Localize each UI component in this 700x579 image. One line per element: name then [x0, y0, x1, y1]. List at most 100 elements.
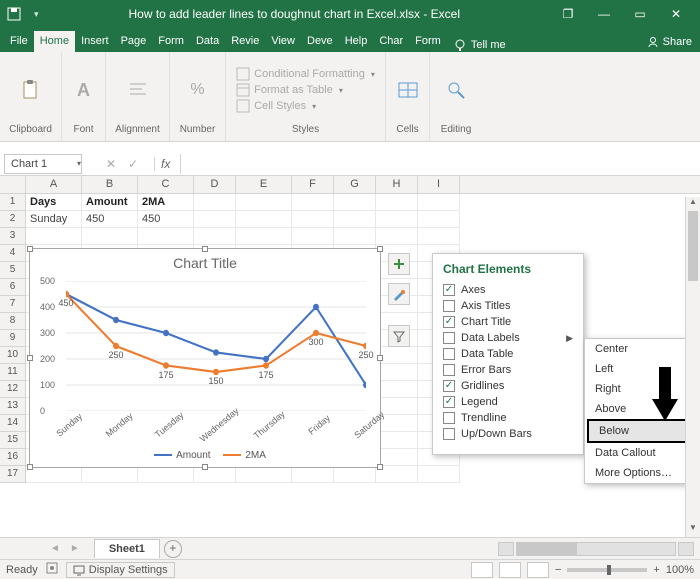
ribbon-display-icon[interactable]: ❐ — [550, 7, 586, 21]
formula-input[interactable] — [180, 154, 700, 174]
chart-element-item[interactable]: ✓Chart Title — [443, 314, 573, 330]
cell[interactable] — [334, 211, 376, 228]
row-header[interactable]: 7 — [0, 296, 26, 313]
cell[interactable] — [418, 228, 460, 245]
col-header[interactable]: H — [376, 176, 418, 193]
tell-me[interactable]: Tell me — [447, 38, 512, 52]
chart-element-item[interactable]: ✓Axes — [443, 282, 573, 298]
row-header[interactable]: 4 — [0, 245, 26, 262]
tab-review[interactable]: Revie — [225, 31, 265, 52]
save-icon[interactable] — [6, 6, 22, 22]
cell[interactable] — [376, 211, 418, 228]
sheet-nav-next-icon[interactable]: ► — [70, 543, 80, 554]
cell[interactable] — [376, 364, 418, 381]
embedded-chart[interactable]: Chart Title 0100200300400500SundayMonday… — [29, 248, 381, 468]
sheet-nav-prev-icon[interactable]: ◄ — [50, 543, 60, 554]
col-header[interactable]: E — [236, 176, 292, 193]
cell[interactable] — [26, 466, 82, 483]
fx-icon[interactable]: fx — [154, 157, 176, 171]
cell[interactable] — [418, 466, 460, 483]
cell[interactable] — [376, 194, 418, 211]
row-header[interactable]: 9 — [0, 330, 26, 347]
submenu-item-center[interactable]: Center — [585, 339, 691, 359]
cell[interactable] — [194, 228, 236, 245]
cell[interactable] — [292, 466, 334, 483]
new-sheet-button[interactable]: + — [164, 540, 182, 558]
minimize-button[interactable]: — — [586, 7, 622, 21]
chart-element-item[interactable]: Data Labels▶ — [443, 330, 573, 346]
hscroll-right[interactable] — [678, 542, 694, 556]
submenu-item-data-callout[interactable]: Data Callout — [585, 443, 691, 463]
cell[interactable] — [236, 228, 292, 245]
view-page-break-button[interactable] — [527, 562, 549, 578]
col-header[interactable]: D — [194, 176, 236, 193]
cell[interactable] — [292, 211, 334, 228]
row-header[interactable]: 8 — [0, 313, 26, 330]
chart-element-item[interactable]: ✓Gridlines — [443, 378, 573, 394]
checkbox[interactable] — [443, 428, 455, 440]
tab-developer[interactable]: Deve — [301, 31, 339, 52]
col-header[interactable]: C — [138, 176, 194, 193]
cell[interactable] — [138, 228, 194, 245]
cell[interactable] — [82, 228, 138, 245]
conditional-formatting-button[interactable]: Conditional Formatting▾ — [236, 67, 375, 81]
editing-button[interactable] — [445, 79, 467, 101]
cell[interactable]: 450 — [138, 211, 194, 228]
clipboard-button[interactable] — [20, 79, 42, 101]
cell[interactable] — [376, 381, 418, 398]
cell-styles-button[interactable]: Cell Styles▾ — [236, 99, 375, 113]
cell[interactable] — [376, 228, 418, 245]
col-header[interactable]: I — [418, 176, 460, 193]
cell[interactable] — [292, 228, 334, 245]
cell[interactable] — [138, 466, 194, 483]
tab-insert[interactable]: Insert — [75, 31, 115, 52]
cell[interactable] — [376, 432, 418, 449]
row-header[interactable]: 6 — [0, 279, 26, 296]
tab-help[interactable]: Help — [339, 31, 374, 52]
display-settings-button[interactable]: Display Settings — [66, 562, 175, 578]
checkbox[interactable] — [443, 364, 455, 376]
font-button[interactable]: A — [77, 80, 90, 101]
cell[interactable] — [236, 194, 292, 211]
row-header[interactable]: 11 — [0, 364, 26, 381]
chart-element-item[interactable]: Data Table — [443, 346, 573, 362]
row-header[interactable]: 12 — [0, 381, 26, 398]
share-button[interactable]: Share — [639, 32, 700, 52]
tab-page[interactable]: Page — [115, 31, 153, 52]
close-button[interactable]: ✕ — [658, 7, 694, 21]
enter-icon[interactable]: ✓ — [128, 157, 142, 171]
checkbox[interactable] — [443, 348, 455, 360]
cell[interactable] — [194, 194, 236, 211]
cell[interactable] — [236, 211, 292, 228]
chart-filters-button[interactable] — [388, 325, 410, 347]
tab-formulas[interactable]: Form — [152, 31, 190, 52]
chart-element-item[interactable]: Error Bars — [443, 362, 573, 378]
chart-element-item[interactable]: Axis Titles — [443, 298, 573, 314]
col-header[interactable]: F — [292, 176, 334, 193]
cell[interactable]: Sunday — [26, 211, 82, 228]
sheet-tab[interactable]: Sheet1 — [94, 539, 160, 558]
zoom-out-button[interactable]: − — [555, 564, 561, 576]
tab-file[interactable]: File — [4, 31, 34, 52]
maximize-button[interactable]: ▭ — [622, 7, 658, 21]
cancel-icon[interactable]: ✕ — [106, 157, 120, 171]
cell[interactable]: Days — [26, 194, 82, 211]
cell[interactable]: 450 — [82, 211, 138, 228]
chart-element-item[interactable]: Trendline — [443, 410, 573, 426]
cell[interactable] — [334, 466, 376, 483]
checkbox[interactable]: ✓ — [443, 380, 455, 392]
row-header[interactable]: 17 — [0, 466, 26, 483]
tab-chart-format[interactable]: Form — [409, 31, 447, 52]
row-header[interactable]: 15 — [0, 432, 26, 449]
tab-data[interactable]: Data — [190, 31, 225, 52]
select-all-corner[interactable] — [0, 176, 26, 193]
chart-legend[interactable]: Amount 2MA — [30, 450, 380, 461]
cell[interactable] — [236, 466, 292, 483]
col-header[interactable]: G — [334, 176, 376, 193]
view-normal-button[interactable] — [471, 562, 493, 578]
checkbox[interactable] — [443, 300, 455, 312]
cell[interactable] — [334, 228, 376, 245]
row-header[interactable]: 13 — [0, 398, 26, 415]
chart-elements-button[interactable] — [388, 253, 410, 275]
zoom-slider[interactable] — [567, 568, 647, 572]
